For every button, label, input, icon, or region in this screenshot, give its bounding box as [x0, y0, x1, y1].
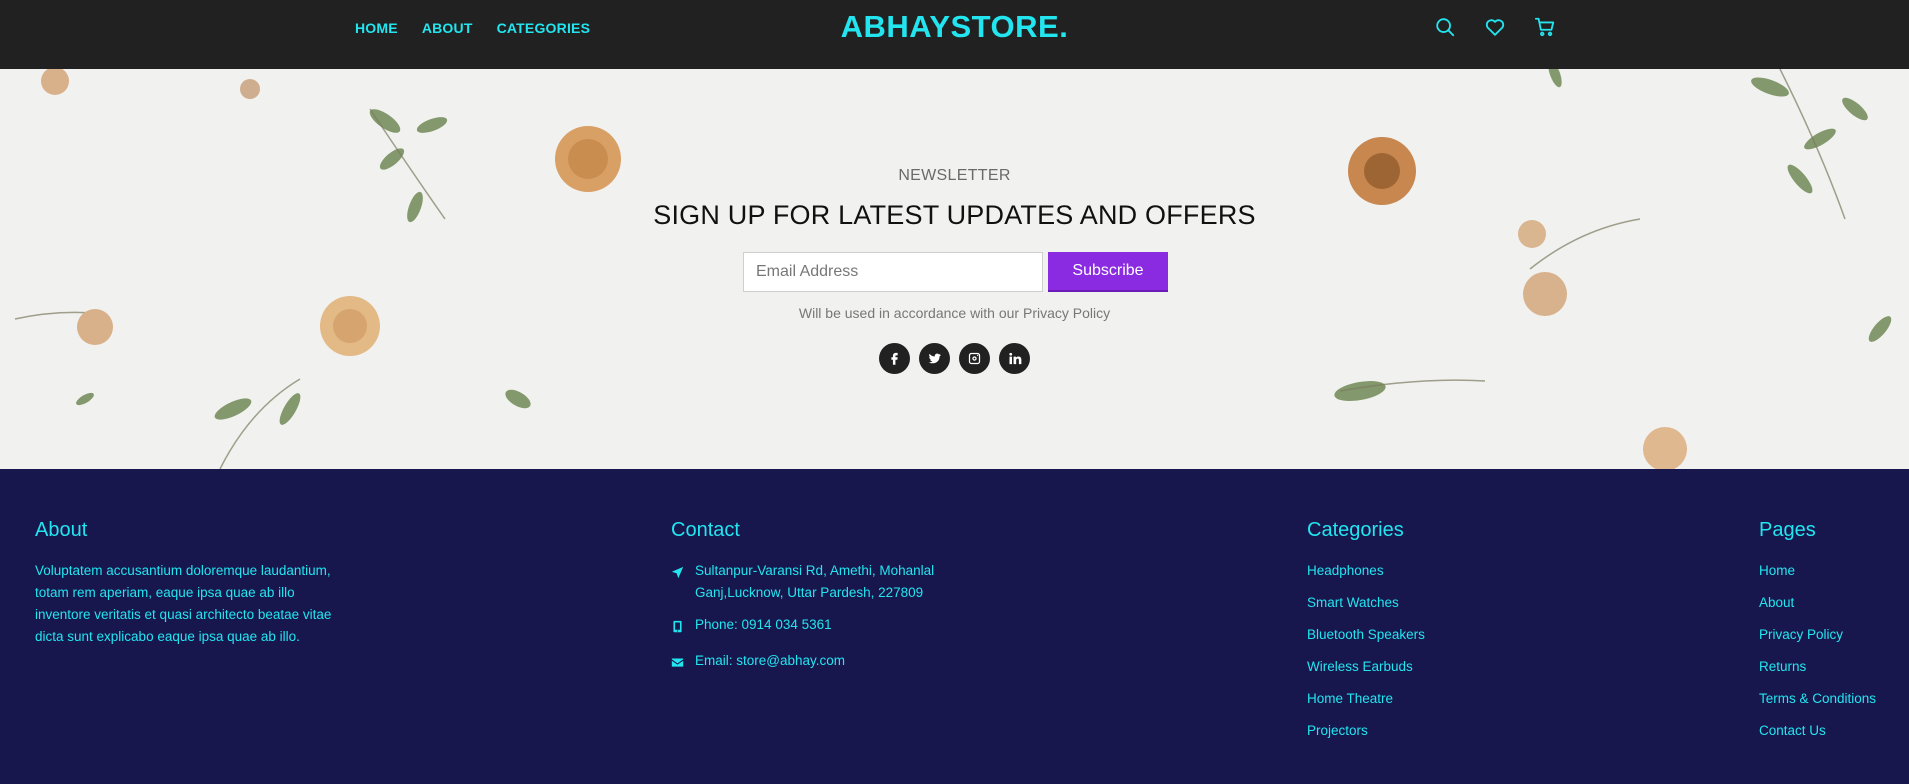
footer-contact-title: Contact — [671, 519, 740, 541]
contact-email-text[interactable]: Email: store@abhay.com — [695, 650, 845, 676]
newsletter-title: SIGN UP FOR LATEST UPDATES AND OFFERS — [653, 200, 1256, 230]
footer-about-title: About — [35, 519, 88, 541]
social-links — [879, 343, 1030, 374]
category-link-headphones[interactable]: Headphones — [1307, 560, 1425, 582]
facebook-icon[interactable] — [879, 343, 910, 374]
site-footer: About Voluptatem accusantium doloremque … — [0, 469, 1909, 784]
footer-about: About Voluptatem accusantium doloremque … — [35, 519, 345, 648]
email-input[interactable] — [743, 252, 1043, 292]
page-link-home[interactable]: Home — [1759, 560, 1876, 582]
page-link-about[interactable]: About — [1759, 592, 1876, 614]
twitter-icon[interactable] — [919, 343, 950, 374]
newsletter-section: NEWSLETTER SIGN UP FOR LATEST UPDATES AN… — [0, 69, 1909, 469]
page-link-returns[interactable]: Returns — [1759, 656, 1876, 678]
site-logo[interactable]: ABHAYSTORE. — [841, 9, 1069, 45]
mobile-phone-icon — [671, 614, 685, 640]
site-header: HOME ABOUT CATEGORIES ABHAYSTORE. — [0, 0, 1909, 69]
newsletter-form: Subscribe — [743, 252, 1168, 292]
contact-phone-text[interactable]: Phone: 0914 034 5361 — [695, 614, 832, 640]
contact-address: Sultanpur-Varansi Rd, Amethi, Mohanlal G… — [671, 560, 955, 604]
contact-phone: Phone: 0914 034 5361 — [671, 614, 955, 640]
newsletter-kicker: NEWSLETTER — [898, 167, 1011, 184]
search-icon[interactable] — [1432, 14, 1458, 40]
contact-address-text: Sultanpur-Varansi Rd, Amethi, Mohanlal G… — [695, 563, 935, 600]
privacy-note: Will be used in accordance with our Priv… — [798, 305, 1111, 321]
location-arrow-icon — [671, 560, 685, 604]
footer-pages: Pages Home About Privacy Policy Returns … — [1759, 519, 1876, 752]
envelope-icon — [671, 650, 685, 676]
footer-pages-title: Pages — [1759, 519, 1816, 541]
footer-categories-title: Categories — [1307, 519, 1404, 541]
cart-icon[interactable] — [1532, 14, 1558, 40]
contact-email: Email: store@abhay.com — [671, 650, 955, 676]
category-link-smart-watches[interactable]: Smart Watches — [1307, 592, 1425, 614]
instagram-icon[interactable] — [959, 343, 990, 374]
category-link-bluetooth-speakers[interactable]: Bluetooth Speakers — [1307, 624, 1425, 646]
header-actions — [1432, 14, 1558, 40]
footer-contact: Contact Sultanpur-Varansi Rd, Amethi, Mo… — [671, 519, 955, 686]
page-link-terms[interactable]: Terms & Conditions — [1759, 688, 1876, 710]
category-link-home-theatre[interactable]: Home Theatre — [1307, 688, 1425, 710]
subscribe-button[interactable]: Subscribe — [1048, 252, 1168, 292]
category-link-projectors[interactable]: Projectors — [1307, 720, 1425, 742]
heart-icon[interactable] — [1482, 14, 1508, 40]
page-link-privacy-policy[interactable]: Privacy Policy — [1759, 624, 1876, 646]
footer-categories: Categories Headphones Smart Watches Blue… — [1307, 519, 1425, 752]
category-link-wireless-earbuds[interactable]: Wireless Earbuds — [1307, 656, 1425, 678]
footer-about-text: Voluptatem accusantium doloremque laudan… — [35, 563, 332, 644]
page-link-contact-us[interactable]: Contact Us — [1759, 720, 1876, 742]
linkedin-icon[interactable] — [999, 343, 1030, 374]
